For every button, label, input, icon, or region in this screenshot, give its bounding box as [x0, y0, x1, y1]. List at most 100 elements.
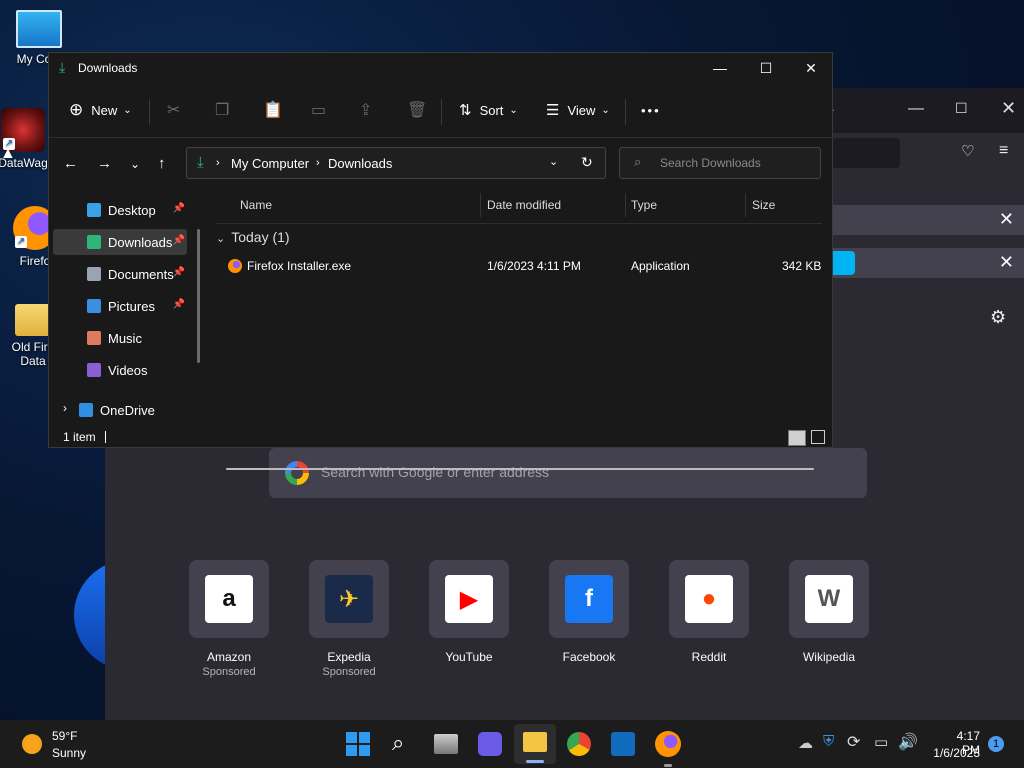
table-row[interactable]: Firefox Installer.exe 1/6/2023 4:11 PM A…: [214, 255, 826, 279]
clock-date[interactable]: 1/6/2023: [926, 746, 980, 760]
column-header-date[interactable]: Date modified: [487, 198, 561, 212]
gear-icon[interactable]: ⚙: [990, 307, 1006, 328]
sidebar-item-desktop[interactable]: Desktop 📌: [53, 197, 187, 223]
top-site-tile[interactable]: W: [789, 560, 869, 638]
task-view-icon[interactable]: [434, 734, 458, 754]
volume-icon[interactable]: 🔊: [898, 732, 918, 752]
sidebar-scrollbar[interactable]: [197, 229, 200, 363]
minimize-button[interactable]: —: [697, 53, 743, 83]
close-button[interactable]: ✕: [788, 53, 834, 83]
pin-icon[interactable]: 📌: [173, 203, 185, 214]
group-label: Today (1): [231, 229, 290, 245]
top-site-tile[interactable]: ✈: [309, 560, 389, 638]
maximize-icon[interactable]: ☐: [955, 100, 968, 117]
paste-icon[interactable]: 📋: [263, 99, 283, 121]
forward-arrow-icon[interactable]: →: [97, 155, 112, 172]
horizontal-scrollbar[interactable]: [226, 468, 814, 470]
top-site-expedia[interactable]: ✈ Expedia Sponsored: [289, 560, 409, 678]
text-caret: [105, 431, 106, 443]
close-icon[interactable]: ✕: [1001, 98, 1016, 119]
breadcrumb-current[interactable]: Downloads: [328, 156, 392, 171]
taskbar-explorer-active[interactable]: [514, 724, 556, 764]
running-indicator: [664, 764, 672, 767]
tiles-view-icon[interactable]: [811, 430, 825, 444]
search-icon[interactable]: ⌕: [392, 730, 404, 756]
notification-bar: ✕: [825, 205, 1024, 235]
sidebar-item-pictures[interactable]: Pictures 📌: [53, 293, 187, 319]
file-explorer-window[interactable]: ⤓ Downloads — ☐ ✕ ⊕ New ⌄ ✂ ❐ 📋 ▭ ⇪ 🗑 ⇅ …: [48, 52, 834, 470]
maximize-button[interactable]: ☐: [743, 53, 789, 83]
google-search-box[interactable]: Search with Google or enter address: [269, 448, 867, 498]
sort-label: Sort: [479, 102, 504, 118]
more-options-button[interactable]: •••: [641, 99, 661, 121]
top-site-tile[interactable]: f: [549, 560, 629, 638]
share-icon[interactable]: ⇪: [359, 99, 372, 121]
top-site-reddit[interactable]: ● Reddit: [649, 560, 769, 666]
back-arrow-icon[interactable]: ←: [63, 155, 78, 172]
address-bar[interactable]: ⤓ › My Computer › Downloads ⌄ ↻: [186, 147, 606, 179]
view-button[interactable]: ☰ View ⌄: [546, 99, 610, 121]
hamburger-menu-icon[interactable]: ≡: [999, 142, 1008, 160]
new-button[interactable]: ⊕ New ⌄: [69, 99, 132, 121]
up-arrow-icon[interactable]: ↑: [158, 155, 166, 172]
close-icon[interactable]: ✕: [999, 209, 1014, 230]
search-input[interactable]: ⌕ Search Downloads: [619, 147, 821, 179]
top-site-amazon[interactable]: a Amazon Sponsored: [169, 560, 289, 678]
minimize-icon[interactable]: —: [908, 100, 924, 118]
column-header-size[interactable]: Size: [752, 198, 775, 212]
chevron-down-icon[interactable]: ⌄: [549, 155, 558, 168]
group-header[interactable]: ⌄ Today (1): [216, 229, 290, 245]
url-bar-fragment[interactable]: [825, 138, 900, 168]
chat-icon[interactable]: [478, 732, 502, 756]
details-view-icon[interactable]: [788, 430, 806, 446]
start-windows-icon[interactable]: [346, 732, 370, 756]
top-site-tile[interactable]: ▶: [429, 560, 509, 638]
top-site-wikipedia[interactable]: W Wikipedia: [769, 560, 889, 666]
sidebar-item-downloads[interactable]: Downloads 📌: [53, 229, 187, 255]
firefox-taskbar-icon[interactable]: [655, 731, 681, 757]
top-site-name: YouTube: [445, 650, 493, 664]
sidebar-item-onedrive[interactable]: › OneDrive: [53, 397, 187, 423]
store-icon[interactable]: [611, 732, 635, 756]
divider: [216, 223, 822, 224]
sidebar-item-music[interactable]: Music: [53, 325, 187, 351]
cut-icon[interactable]: ✂: [167, 99, 180, 121]
pin-icon[interactable]: 📌: [173, 267, 185, 278]
close-icon[interactable]: ✕: [999, 252, 1014, 273]
search-placeholder: Search with Google or enter address: [321, 464, 550, 480]
top-site-youtube[interactable]: ▶ YouTube: [409, 560, 529, 666]
refresh-icon[interactable]: ↻: [581, 154, 593, 171]
top-site-tile[interactable]: ●: [669, 560, 749, 638]
chevron-down-icon: ⌄: [509, 104, 518, 116]
rename-icon[interactable]: ▭: [311, 99, 326, 121]
recent-chevron-icon[interactable]: ⌄: [130, 157, 140, 171]
sidebar-item-label: Desktop: [108, 202, 156, 218]
desktop-icon: [87, 203, 101, 217]
top-site-tile[interactable]: a: [189, 560, 269, 638]
sync-icon[interactable]: ⟳: [847, 732, 860, 752]
sun-icon[interactable]: [22, 734, 42, 754]
notification-badge[interactable]: 1: [988, 736, 1004, 752]
defender-shield-icon[interactable]: ⛨: [823, 733, 834, 750]
pocket-icon[interactable]: ♡: [961, 142, 974, 160]
weather-temp[interactable]: 59°F: [52, 729, 77, 743]
delete-icon[interactable]: 🗑: [407, 99, 427, 121]
chrome-icon[interactable]: [567, 732, 591, 756]
taskbar: 59°F Sunny ⌕ ☁ ⛨ ⟳ ▭ 🔊 4:17 PM 1/6/2023 …: [0, 720, 1024, 768]
chevron-right-icon[interactable]: ›: [63, 401, 67, 415]
sort-button[interactable]: ⇅ Sort ⌄: [459, 99, 518, 121]
column-header-type[interactable]: Type: [631, 198, 657, 212]
sidebar-item-videos[interactable]: Videos: [53, 357, 187, 383]
pin-icon[interactable]: 📌: [173, 299, 185, 310]
breadcrumb-root[interactable]: My Computer: [231, 156, 309, 171]
network-icon[interactable]: ▭: [874, 733, 888, 751]
command-bar: ⊕ New ⌄ ✂ ❐ 📋 ▭ ⇪ 🗑 ⇅ Sort ⌄ ☰ View ⌄ ••…: [49, 85, 834, 138]
pin-icon[interactable]: 📌: [173, 235, 185, 246]
top-site-facebook[interactable]: f Facebook: [529, 560, 649, 666]
sidebar-item-documents[interactable]: Documents 📌: [53, 261, 187, 287]
weather-desc[interactable]: Sunny: [52, 746, 86, 760]
onedrive-offline-icon[interactable]: ☁: [798, 734, 813, 752]
copy-icon[interactable]: ❐: [215, 99, 229, 121]
file-name: Firefox Installer.exe: [247, 259, 352, 273]
column-header-name[interactable]: Name: [240, 198, 272, 212]
